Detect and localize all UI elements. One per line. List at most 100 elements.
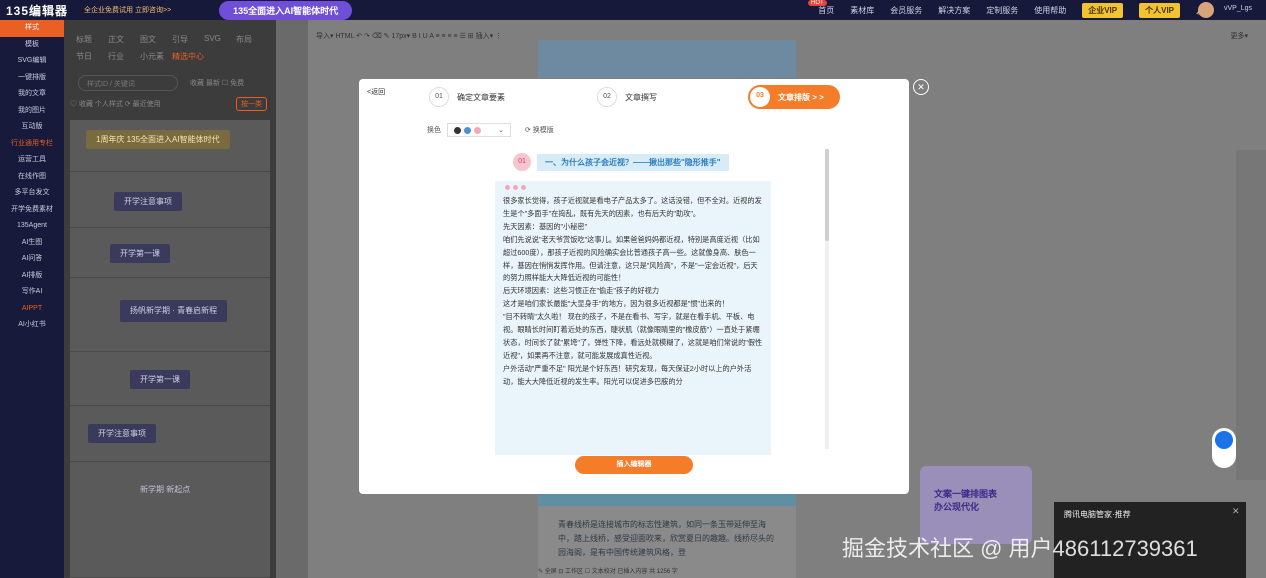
ai-layout-modal: <返回 01 确定文章要素 02 文章撰写 03 文章排版 > > 换色 ⌄ ⟳… bbox=[359, 79, 909, 494]
app-logo[interactable]: 135编辑器 bbox=[6, 2, 68, 19]
nav-custom[interactable]: 定制服务 bbox=[986, 5, 1018, 16]
close-icon[interactable]: ✕ bbox=[1232, 506, 1240, 517]
color-label: 换色 bbox=[427, 127, 441, 134]
color-swatch bbox=[474, 126, 481, 134]
step-number: 02 bbox=[597, 87, 617, 107]
step-number: 01 bbox=[429, 87, 449, 107]
sidebar-item-one-click[interactable]: 一键排版 bbox=[0, 70, 64, 87]
more-dropdown[interactable]: 更多▾ bbox=[1230, 31, 1248, 41]
back-button[interactable]: <返回 bbox=[367, 87, 385, 97]
sidebar-item-ai-xhs[interactable]: AI小红书 bbox=[0, 317, 64, 334]
tab-featured[interactable]: 精选中心 bbox=[172, 51, 204, 62]
tab-industry[interactable]: 行业 bbox=[108, 51, 140, 62]
vertical-toolbar bbox=[276, 20, 308, 578]
sidebar-item-ai-image[interactable]: AI生图 bbox=[0, 235, 64, 252]
watermark: 掘金技术社区 @ 用户486112739361 bbox=[842, 536, 1198, 561]
nav-materials[interactable]: 素材库 bbox=[850, 5, 874, 16]
color-swatch bbox=[464, 126, 471, 134]
style-card[interactable]: 开学注意事项 bbox=[70, 172, 270, 228]
style-card[interactable]: 1周年庆 135全面进入AI智能体时代 bbox=[70, 120, 270, 172]
sidebar-item-free-materials[interactable]: 开学免费素材 bbox=[0, 202, 64, 219]
sidebar-item-interactive[interactable]: 互动版 bbox=[0, 119, 64, 136]
sidebar-item-ai-layout[interactable]: AI排版 bbox=[0, 268, 64, 285]
style-filter-tabs[interactable]: ♡ 收藏 个人样式 ⟳ 最近使用 bbox=[70, 99, 161, 109]
style-card-label: 新学期 新起点 bbox=[140, 485, 191, 494]
status-bar: ✎ 全屏 ⊡ 工作区 ☐ 文本校对 已插入内容 共 1256 字 bbox=[538, 569, 678, 575]
top-nav: 首页 素材库 会员服务 解决方案 定制服务 使用帮助 企业VIP 个人VIP 🔔 bbox=[818, 2, 1206, 18]
chat-icon bbox=[1215, 431, 1233, 449]
style-card-label: 开学第一课 bbox=[130, 370, 190, 389]
tab-body[interactable]: 正文 bbox=[108, 34, 140, 45]
color-select[interactable]: ⌄ bbox=[447, 123, 511, 137]
hot-badge: HOT bbox=[808, 0, 827, 6]
step-3-active[interactable]: 03 文章排版 > > bbox=[748, 85, 840, 109]
step-label: 文章撰写 bbox=[625, 92, 657, 102]
nav-help[interactable]: 使用帮助 bbox=[1034, 5, 1066, 16]
tab-guide[interactable]: 引导 bbox=[172, 34, 204, 45]
color-swatch bbox=[454, 126, 461, 134]
preview-card: 很多家长觉得，孩子近视就是看电子产品太多了。这话没错，但不全对。近视的发生是个"… bbox=[495, 181, 771, 455]
sidebar-item-my-articles[interactable]: 我的文章 bbox=[0, 86, 64, 103]
sidebar-item-my-images[interactable]: 我的图片 bbox=[0, 103, 64, 120]
right-sidebar[interactable] bbox=[1236, 150, 1266, 480]
enterprise-vip-button[interactable]: 企业VIP bbox=[1082, 2, 1124, 18]
ai-banner[interactable]: 135全面进入AI智能体时代 bbox=[219, 0, 353, 20]
sidebar-item-aippt[interactable]: AIPPT bbox=[0, 301, 64, 318]
nav-home[interactable]: 首页 bbox=[818, 5, 834, 16]
editor-band bbox=[538, 494, 796, 506]
personal-vip-button[interactable]: 个人VIP bbox=[1139, 2, 1181, 18]
close-icon[interactable]: ✕ bbox=[913, 79, 929, 95]
nav-membership[interactable]: 会员服务 bbox=[890, 5, 922, 16]
insert-into-editor-button[interactable]: 插入编辑器 bbox=[575, 456, 693, 474]
nav-solutions[interactable]: 解决方案 bbox=[938, 5, 970, 16]
tab-festival[interactable]: 节日 bbox=[76, 51, 108, 62]
username[interactable]: vVP_Lgs bbox=[1224, 5, 1252, 12]
scrollbar-thumb[interactable] bbox=[825, 149, 829, 241]
tab-title[interactable]: 标题 bbox=[76, 34, 108, 45]
step-number: 03 bbox=[750, 87, 770, 107]
tab-layout[interactable]: 布局 bbox=[236, 34, 268, 45]
sidebar-item-templates[interactable]: 模板 bbox=[0, 37, 64, 54]
tab-image-text[interactable]: 图文 bbox=[140, 34, 172, 45]
style-card-label: 开学注意事项 bbox=[114, 192, 182, 211]
floating-assistant-button[interactable] bbox=[1212, 428, 1236, 468]
toolbar-buttons[interactable]: 导入▾ HTML ↶ ↷ ⌫ ✎ 17px▾ B I U A ≡ ≡ ≡ ≡ ☰… bbox=[316, 31, 502, 41]
sidebar-item-ops-tools[interactable]: 运营工具 bbox=[0, 152, 64, 169]
style-card[interactable]: 新学期 新起点 bbox=[70, 462, 270, 578]
style-card-label: 1周年庆 135全面进入AI智能体时代 bbox=[86, 130, 230, 149]
filter-options[interactable]: 收藏 最新 ☐ 免费 bbox=[190, 78, 244, 88]
step-2[interactable]: 02 文章撰写 bbox=[597, 86, 657, 108]
step-1[interactable]: 01 确定文章要素 bbox=[429, 86, 505, 108]
left-sidebar: 样式 模板 SVG编辑 一键排版 我的文章 我的图片 互动版 行业通用专栏 运营… bbox=[0, 20, 64, 578]
decorative-dots bbox=[505, 185, 526, 190]
sidebar-item-svg[interactable]: SVG编辑 bbox=[0, 53, 64, 70]
sidebar-item-agent[interactable]: 135Agent bbox=[0, 218, 64, 235]
section-heading: 01 一、为什么孩子会近视？——揪出那些"隐形推手" bbox=[513, 153, 729, 171]
sidebar-item-online-design[interactable]: 在线作图 bbox=[0, 169, 64, 186]
style-card[interactable]: 扬帆新学期 · 青春启新程 bbox=[70, 278, 270, 352]
step-label: 确定文章要素 bbox=[457, 92, 505, 102]
chevron-down-icon: ⌄ bbox=[498, 127, 504, 134]
tab-elements[interactable]: 小元素 bbox=[140, 51, 172, 62]
section-number: 01 bbox=[513, 153, 531, 171]
category-tabs: 标题 正文 图文 引导 SVG 布局 节日 行业 小元素 精选中心 bbox=[76, 34, 268, 62]
sidebar-item-ai-qa[interactable]: AI问答 bbox=[0, 251, 64, 268]
tab-svg[interactable]: SVG bbox=[204, 34, 236, 45]
style-card-label: 开学第一课 bbox=[110, 244, 170, 263]
style-card[interactable]: 开学第一课 bbox=[70, 228, 270, 278]
step-label: 文章排版 > > bbox=[778, 92, 824, 102]
style-search-input[interactable]: 样式ID / 关键词 bbox=[78, 75, 178, 91]
style-card[interactable]: 开学第一课 bbox=[70, 352, 270, 406]
layout-preview: 01 一、为什么孩子会近视？——揪出那些"隐形推手" 很多家长觉得，孩子近视就是… bbox=[429, 145, 831, 455]
avatar[interactable] bbox=[1198, 2, 1214, 18]
swap-template-button[interactable]: ⟳ 换模版 bbox=[525, 125, 554, 135]
one-click-button[interactable]: 按一类 bbox=[236, 97, 267, 111]
sidebar-item-industry[interactable]: 行业通用专栏 bbox=[0, 136, 64, 153]
toast-title: 腾讯电脑管家·推荐 bbox=[1064, 510, 1131, 519]
style-card[interactable]: 开学注意事项 bbox=[70, 406, 270, 462]
sidebar-item-ai-writing[interactable]: 写作AI bbox=[0, 284, 64, 301]
sidebar-item-multi-platform[interactable]: 多平台发文 bbox=[0, 185, 64, 202]
sidebar-item-styles[interactable]: 样式 bbox=[0, 20, 64, 37]
promo-link[interactable]: 全企业免费试用 立即咨询>> bbox=[84, 5, 171, 15]
preview-body-text: 很多家长觉得，孩子近视就是看电子产品太多了。这话没错，但不全对。近视的发生是个"… bbox=[503, 196, 763, 386]
